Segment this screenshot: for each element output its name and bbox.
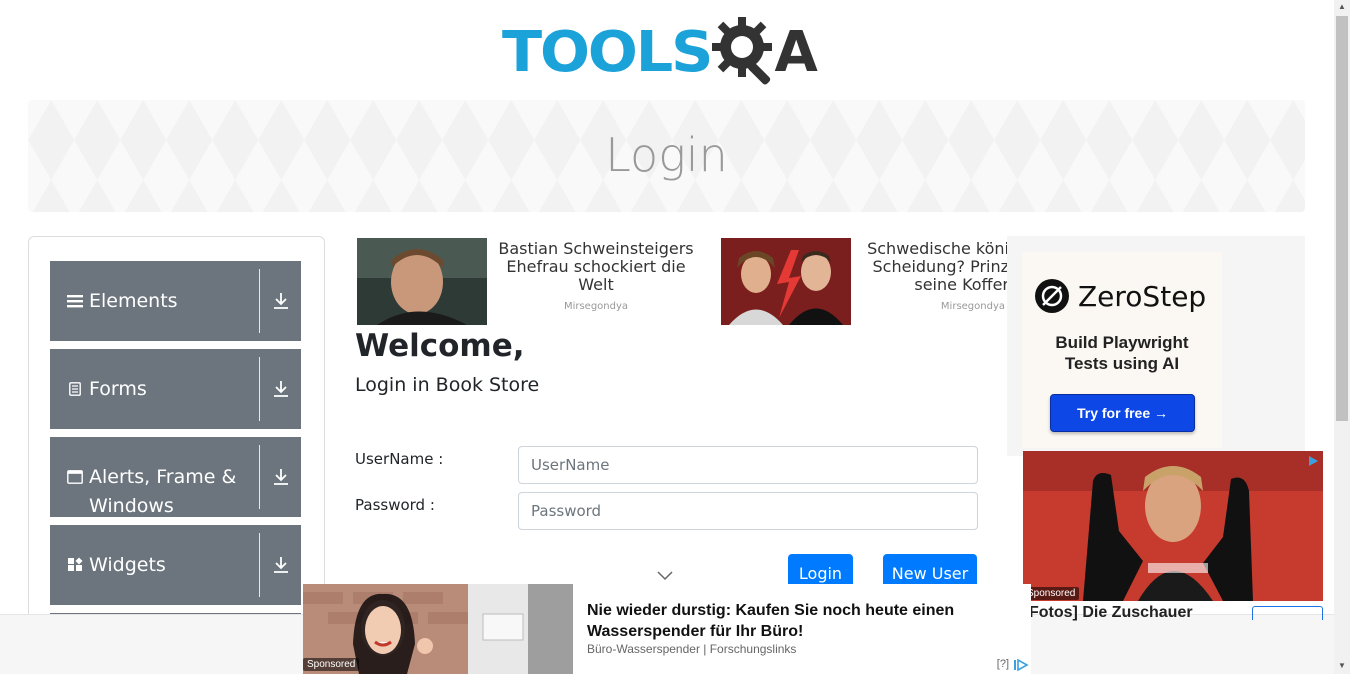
adchoices-icon[interactable] — [1307, 454, 1319, 472]
page-banner: Login — [28, 100, 1305, 212]
scrollbar-thumb[interactable] — [1336, 16, 1348, 421]
sidebar-group-label: Forms — [89, 378, 147, 400]
adchoices-icon[interactable] — [1013, 658, 1029, 674]
ad-headline[interactable]: Bastian Schweinsteigers Ehefrau schockie… — [487, 240, 705, 294]
athlete-ad-image[interactable] — [1023, 451, 1323, 601]
sponsored-label: Sponsored — [303, 658, 360, 671]
document-icon — [67, 382, 83, 396]
try-for-free-button[interactable]: Try for free → — [1050, 394, 1195, 432]
hamburger-icon — [67, 294, 83, 308]
logo-text-tools: TOOLS — [502, 20, 714, 85]
athlete-ad-caption[interactable]: Fotos] Die Zuschauer — [1029, 604, 1193, 622]
sidebar-group-elements[interactable]: Elements — [50, 261, 301, 341]
bottom-ad-source: Büro-Wasserspender | Forschungslinks — [587, 642, 797, 656]
username-label: UserName : — [355, 450, 444, 468]
sidebar: Elements Forms Alerts, Frame & Windows W… — [28, 236, 325, 643]
zerostep-brand-name: ZeroStep — [1078, 279, 1207, 313]
ad-headline-line-1: Bastian Schweinsteigers — [498, 239, 694, 258]
ad-help-link[interactable]: [?] — [997, 658, 1009, 670]
bottom-ad-headline[interactable]: Nie wieder durstig: Kaufen Sie noch heut… — [587, 600, 1007, 642]
bottom-ad[interactable]: Sponsored Nie wieder durstig: Kaufen Sie… — [303, 584, 1031, 674]
password-input[interactable] — [518, 492, 978, 530]
athlete-ad-button[interactable] — [1252, 606, 1323, 620]
zerostep-logo-icon — [1035, 279, 1069, 313]
tagline-line-2: Tests using AI — [1064, 354, 1180, 373]
ad-headline-line-1: Schwedische köni — [867, 239, 1009, 258]
welcome-heading: Welcome, — [355, 328, 525, 364]
password-label: Password : — [355, 496, 435, 514]
page-title: Login — [605, 128, 728, 182]
download-arrow-icon[interactable] — [260, 261, 301, 341]
zerostep-tagline: Build Playwright Tests using AI — [1022, 332, 1222, 374]
label-line-2: Windows — [89, 495, 174, 517]
ad-card-2[interactable]: Schwedische köni Scheidung? Prinz seine … — [721, 238, 1009, 325]
window-icon — [67, 470, 83, 484]
toolsqa-logo[interactable]: TOOLS A — [502, 13, 818, 94]
zerostep-logo: ZeroStep — [1034, 278, 1206, 314]
page: TOOLS A Login Elements Forms Alerts, Fra… — [0, 0, 1350, 674]
ad-image[interactable] — [357, 238, 487, 325]
login-subtitle: Login in Book Store — [355, 374, 540, 396]
sidebar-group-label: Elements — [89, 290, 178, 312]
scroll-down-arrow-icon[interactable]: ▼ — [1338, 661, 1346, 670]
download-arrow-icon[interactable] — [260, 349, 301, 429]
ad-image[interactable] — [721, 238, 851, 325]
widgets-icon — [67, 557, 83, 573]
gear-magnifier-icon — [710, 13, 780, 94]
sidebar-group-header[interactable]: Widgets — [50, 525, 259, 605]
vertical-scrollbar[interactable]: ▲ ▼ — [1334, 0, 1350, 674]
ad-headline-line-2: Ehefrau schockiert die Welt — [506, 257, 686, 294]
sponsored-label: Sponsored — [1023, 587, 1080, 600]
username-input[interactable] — [518, 446, 978, 484]
sidebar-group-label: Alerts, Frame & Windows — [89, 463, 236, 521]
logo-text-a: A — [774, 20, 818, 85]
zerostep-ad[interactable]: ZeroStep Build Playwright Tests using AI… — [1022, 252, 1222, 448]
ad-image[interactable]: Sponsored — [303, 584, 573, 674]
sidebar-group-header[interactable]: Elements — [50, 261, 259, 341]
sidebar-group-forms[interactable]: Forms — [50, 349, 301, 429]
scroll-up-arrow-icon[interactable]: ▲ — [1338, 2, 1346, 11]
download-arrow-icon[interactable] — [260, 437, 301, 517]
ad-headline-line-3: seine Koffer — [914, 275, 1009, 294]
sidebar-group-alerts-frame-windows[interactable]: Alerts, Frame & Windows — [50, 437, 301, 517]
ad-headline-line-2: Scheidung? Prinz — [872, 257, 1009, 276]
ad-source: Mirsegondya — [563, 301, 629, 312]
ad-source: Mirsegondya — [940, 301, 1005, 312]
sidebar-group-header[interactable]: Alerts, Frame & Windows — [50, 437, 259, 517]
sidebar-group-header[interactable]: Forms — [50, 349, 259, 429]
label-line-1: Alerts, Frame & — [89, 466, 237, 488]
ad-headline[interactable]: Schwedische köni Scheidung? Prinz seine … — [851, 240, 1009, 294]
tagline-line-1: Build Playwright — [1055, 333, 1189, 352]
sidebar-group-label: Widgets — [89, 554, 166, 576]
ad-card-1[interactable]: Bastian Schweinsteigers Ehefrau schockie… — [357, 238, 705, 325]
download-arrow-icon[interactable] — [260, 525, 301, 605]
sidebar-group-widgets[interactable]: Widgets — [50, 525, 301, 605]
